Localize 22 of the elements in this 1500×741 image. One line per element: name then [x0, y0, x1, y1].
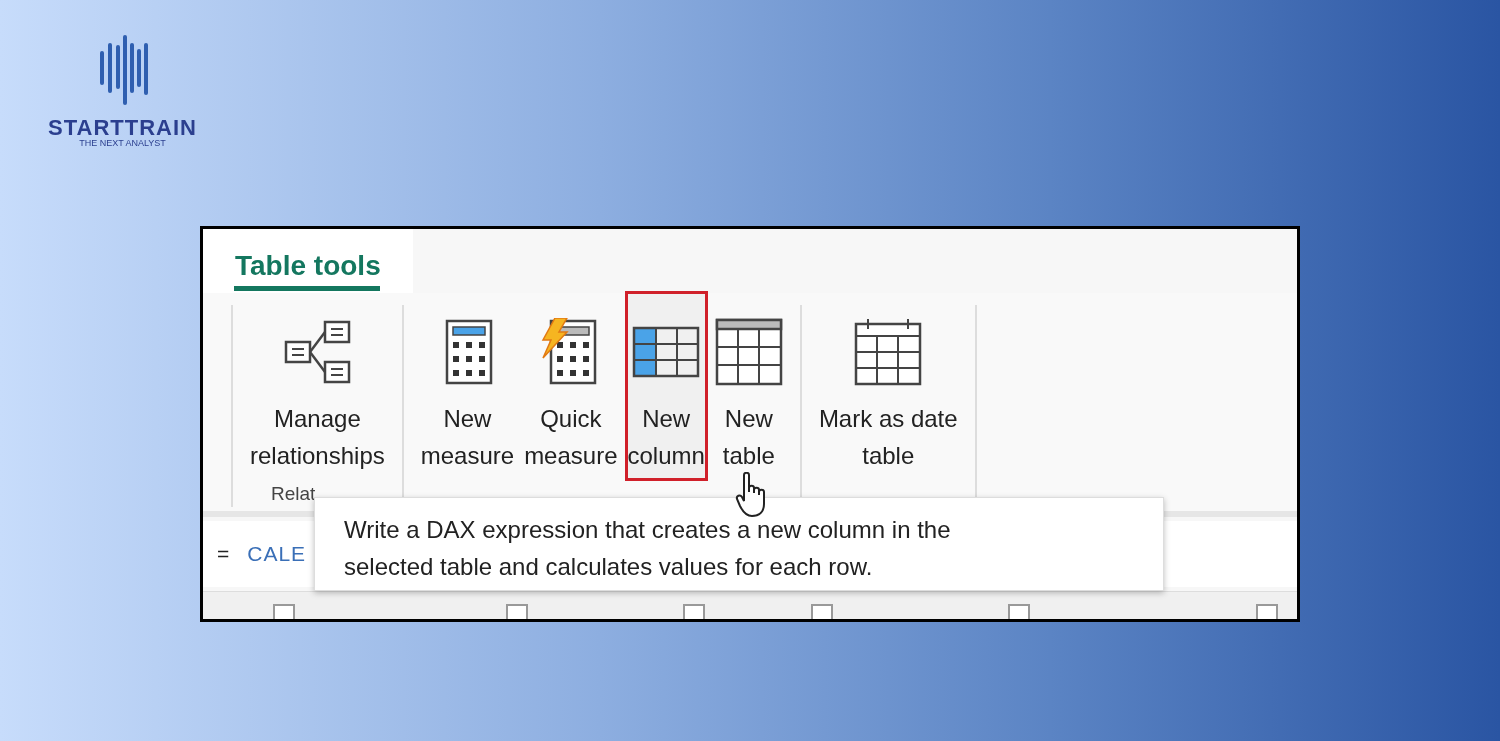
filter-dropdown[interactable] — [1008, 603, 1030, 619]
filter-dropdown[interactable] — [683, 603, 705, 619]
filter-dropdown[interactable] — [1256, 603, 1278, 619]
calendar-button[interactable]: Mark as date table — [815, 304, 961, 481]
relationships-button[interactable]: Manage relationships — [247, 304, 388, 481]
group-label: Relat — [271, 482, 316, 505]
equals-sign: = — [217, 541, 230, 566]
filter-dropdown[interactable] — [273, 603, 295, 619]
column-button[interactable]: New column — [624, 290, 708, 481]
logo-wordmark: STARTTRAIN — [48, 117, 197, 139]
table-button[interactable]: New table — [711, 304, 786, 481]
calendar-icon — [854, 317, 923, 386]
table-icon — [714, 317, 783, 386]
logo-tagline: THE NEXT ANALYST — [79, 139, 166, 149]
filter-dropdown[interactable] — [811, 603, 833, 619]
tooltip: Write a DAX expression that creates a new column in the selected table and calculates values for each row. — [314, 496, 1164, 591]
filter-dropdown[interactable] — [506, 603, 528, 619]
measure-button[interactable]: New measure — [417, 304, 518, 481]
ribbon-tab[interactable]: Table tools — [203, 228, 413, 293]
quick-measure-button[interactable]: Quick measure — [521, 304, 621, 481]
formula-text: CALE — [247, 541, 307, 566]
logo-bars-icon — [97, 35, 148, 105]
